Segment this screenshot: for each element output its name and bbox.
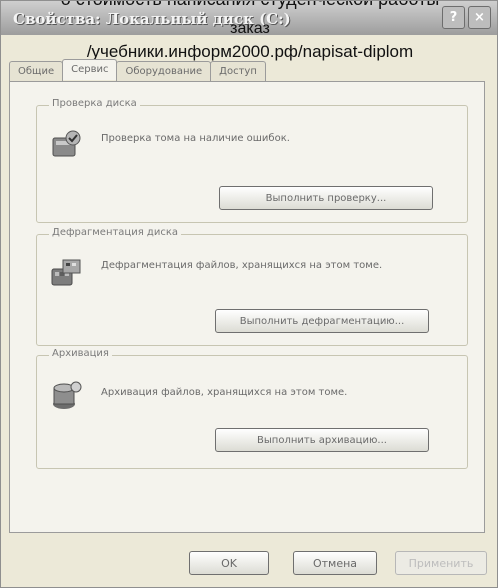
backup-title: Архивация bbox=[49, 348, 112, 359]
watermark-line-1: о стоимость написания студенческой работ… bbox=[1, 1, 497, 10]
tab-tools[interactable]: Сервис bbox=[62, 59, 118, 80]
backup-group: Архивация Архивация файлов, хранящихся н… bbox=[36, 348, 468, 469]
check-disk-description: Проверка тома на наличие ошибок. bbox=[101, 133, 290, 144]
defrag-group: Дефрагментация диска Дефрагментация файл… bbox=[36, 227, 468, 346]
defrag-title: Дефрагментация диска bbox=[49, 227, 182, 238]
check-disk-group: Проверка диска Проверка тома на наличие … bbox=[36, 98, 468, 223]
defrag-description: Дефрагментация файлов, хранящихся на это… bbox=[101, 260, 383, 271]
tab-sharing[interactable]: Доступ bbox=[210, 61, 266, 82]
run-backup-button[interactable]: Выполнить архивацию... bbox=[215, 428, 429, 452]
run-defrag-button[interactable]: Выполнить дефрагментацию... bbox=[215, 309, 429, 333]
disk-check-icon bbox=[49, 128, 83, 162]
properties-dialog: Свойства: Локальный диск (C:) ? × о стои… bbox=[0, 0, 498, 588]
watermark-line-2: заказ bbox=[230, 20, 270, 37]
tab-strip: Общие Сервис Оборудование Доступ bbox=[9, 59, 266, 82]
defrag-icon bbox=[49, 257, 83, 291]
tab-panel-tools: Проверка диска Проверка тома на наличие … bbox=[9, 81, 485, 533]
check-disk-title: Проверка диска bbox=[49, 98, 140, 109]
backup-icon bbox=[49, 378, 83, 412]
tab-hardware[interactable]: Оборудование bbox=[116, 61, 212, 82]
backup-description: Архивация файлов, хранящихся на этом том… bbox=[101, 387, 348, 398]
run-check-button[interactable]: Выполнить проверку... bbox=[219, 186, 433, 210]
ok-button[interactable]: OK bbox=[189, 551, 269, 575]
tab-general[interactable]: Общие bbox=[9, 61, 64, 82]
apply-button[interactable]: Применить bbox=[395, 551, 487, 575]
cancel-button[interactable]: Отмена bbox=[293, 551, 377, 575]
